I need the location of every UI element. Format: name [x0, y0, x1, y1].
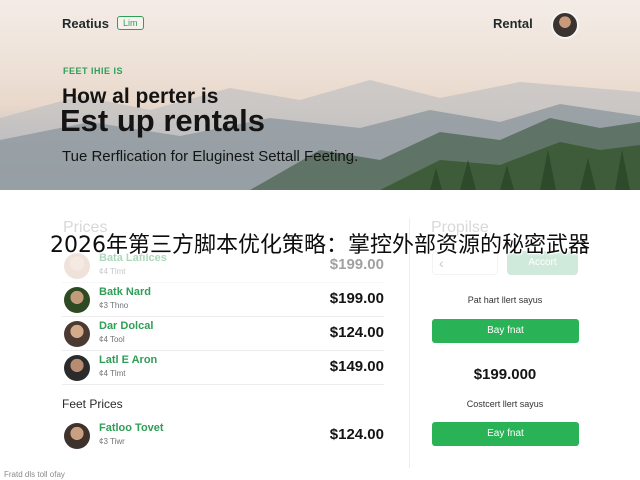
- footer-note: Fratd dls toll ofay: [4, 470, 65, 479]
- hero-headline-line2: Est up rentals: [60, 103, 265, 138]
- list-item-price: $124.00: [329, 426, 384, 443]
- avatar: [64, 355, 90, 381]
- hero-eyebrow: FEET IHIE IS: [63, 66, 124, 76]
- list-item-price: $199.00: [329, 290, 384, 307]
- list-item-subtitle: ¢3 Tiwr: [99, 437, 125, 446]
- list-item[interactable]: Dar Dolcal ¢4 Tool $124.00: [62, 317, 384, 351]
- list-item-subtitle: ¢4 Tlmt: [99, 267, 126, 276]
- list-item-name: Latl E Aron: [99, 354, 158, 366]
- brand-badge: Lim: [117, 16, 144, 30]
- list-item-name: Dar Dolcal: [99, 320, 154, 332]
- side-label-1: Pat hart llert sayus: [467, 295, 543, 305]
- list-item[interactable]: Latl E Aron ¢4 Tlmt $149.00: [62, 351, 384, 385]
- hero-banner: Reatius Lim Rental FEET IHIE IS How al p…: [0, 0, 640, 190]
- list-item-subtitle: ¢4 Tlmt: [99, 369, 126, 378]
- user-avatar[interactable]: [551, 11, 579, 39]
- feet-prices-title: Feet Prices: [62, 397, 123, 411]
- hero-subheadline: Tue Rerflication for Eluginest Settall F…: [62, 148, 359, 165]
- list-item-name: Batk Nard: [99, 286, 151, 298]
- side-label-2: Costcert llert sayus: [466, 399, 544, 409]
- list-item-price: $149.00: [329, 358, 384, 375]
- avatar: [64, 287, 90, 313]
- avatar: [64, 423, 90, 449]
- list-item-subtitle: ¢3 Thno: [99, 301, 129, 310]
- list-item-price: $124.00: [329, 324, 384, 341]
- brand-logo[interactable]: Reatius: [62, 16, 109, 31]
- side-price: $199.000: [473, 366, 537, 383]
- list-item[interactable]: Fatloo Tovet ¢3 Tiwr $124.00: [62, 419, 384, 453]
- avatar: [64, 321, 90, 347]
- overlay-caption: 2026年第三方脚本优化策略：掌控外部资源的秘密武器: [50, 233, 590, 258]
- list-item-name: Fatloo Tovet: [99, 422, 164, 434]
- buy-button-2[interactable]: Eay fnat: [432, 422, 579, 446]
- buy-button-1[interactable]: Bay fnat: [432, 319, 579, 343]
- top-navigation-bar: Reatius Lim Rental: [0, 0, 640, 46]
- nav-link-rental[interactable]: Rental: [493, 16, 533, 31]
- list-item-subtitle: ¢4 Tool: [99, 335, 125, 344]
- list-item[interactable]: Batk Nard ¢3 Thno $199.00: [62, 283, 384, 317]
